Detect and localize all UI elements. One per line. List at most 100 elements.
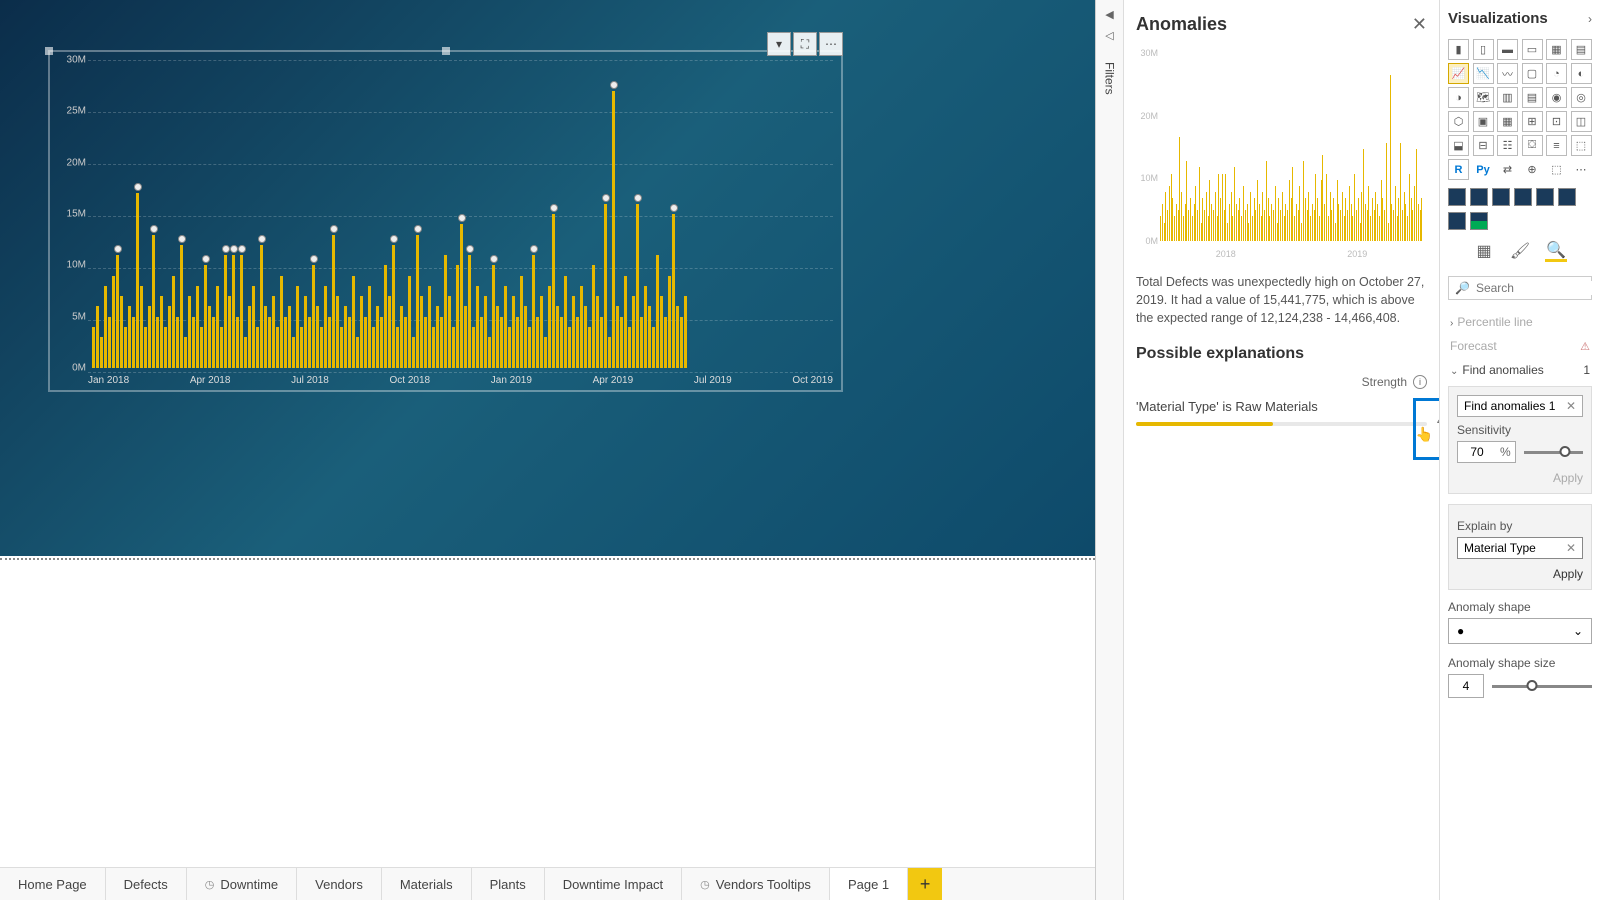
viz-type-icon[interactable]: ≡ <box>1546 135 1567 156</box>
anomaly-instance-chip[interactable]: Find anomalies 1 ✕ <box>1457 395 1583 417</box>
viz-type-icon[interactable]: 📈 <box>1448 63 1469 84</box>
tab-home-page[interactable]: Home Page <box>0 868 106 900</box>
anomaly-shape-select[interactable]: ● ⌄ <box>1448 618 1592 644</box>
search-box[interactable]: 🔎 <box>1448 276 1592 300</box>
focus-mode-icon[interactable]: ⛶ <box>793 32 817 56</box>
anomaly-description: Total Defects was unexpectedly high on O… <box>1136 273 1427 327</box>
viz-type-icon[interactable]: ⛋ <box>1522 135 1543 156</box>
viz-type-icon[interactable]: ▥ <box>1497 87 1518 108</box>
theme-swatch[interactable] <box>1558 188 1576 206</box>
explanation-text[interactable]: 'Material Type' is Raw Materials <box>1136 399 1427 414</box>
x-axis: Jan 2018Apr 2018Jul 2018Oct 2018Jan 2019… <box>88 375 833 386</box>
viz-type-icon[interactable]: ▮ <box>1448 39 1469 60</box>
viz-type-icon[interactable]: ⊕ <box>1522 159 1543 180</box>
add-page-button[interactable]: + <box>908 868 942 900</box>
filters-label: Filters <box>1103 62 1117 95</box>
viz-type-icon[interactable]: ⬚ <box>1546 159 1567 180</box>
tab-vendors-tooltips[interactable]: ◷Vendors Tooltips <box>682 868 830 900</box>
viz-type-icon[interactable]: ▣ <box>1473 111 1494 132</box>
forecast-row[interactable]: Forecast ⚠ <box>1448 334 1592 358</box>
sensitivity-slider[interactable] <box>1524 451 1583 454</box>
tab-plants[interactable]: Plants <box>472 868 545 900</box>
viz-type-icon[interactable]: ⊞ <box>1522 111 1543 132</box>
viz-type-icon[interactable]: ⬓ <box>1448 135 1469 156</box>
sensitivity-label: Sensitivity <box>1457 423 1583 437</box>
tab-downtime[interactable]: ◷Downtime <box>187 868 297 900</box>
tab-materials[interactable]: Materials <box>382 868 472 900</box>
shape-size-input[interactable] <box>1448 674 1484 698</box>
theme-swatch[interactable] <box>1448 212 1466 230</box>
sensitivity-input[interactable] <box>1458 442 1496 462</box>
strength-label: Strength <box>1362 375 1407 389</box>
tab-downtime-impact[interactable]: Downtime Impact <box>545 868 682 900</box>
tab-page-1[interactable]: Page 1 <box>830 868 908 900</box>
find-anomalies-row[interactable]: ⌄Find anomalies 1 <box>1448 358 1592 382</box>
viz-type-icon[interactable]: ◔ <box>1546 63 1567 84</box>
viz-type-icon[interactable]: ⇄ <box>1497 159 1518 180</box>
explain-by-field[interactable]: Material Type ✕ <box>1457 537 1583 559</box>
viz-type-icon[interactable]: ⬚ <box>1571 135 1592 156</box>
viz-type-icon[interactable]: ▬ <box>1497 39 1518 60</box>
viz-python-icon[interactable]: Py <box>1473 159 1494 180</box>
theme-swatch[interactable] <box>1470 188 1488 206</box>
viz-type-icon[interactable]: ▭ <box>1522 39 1543 60</box>
report-background[interactable]: ▾ ⛶ ⋯ 0M5M10M15M20M25M30M Jan 2018Apr 20… <box>0 0 1095 556</box>
tab-defects[interactable]: Defects <box>106 868 187 900</box>
viz-type-icon[interactable]: ▦ <box>1546 39 1567 60</box>
visualizations-title: Visualizations <box>1448 10 1548 27</box>
viz-type-icon[interactable]: R <box>1448 159 1469 180</box>
expand-icon[interactable]: › <box>1588 12 1592 26</box>
theme-swatch[interactable] <box>1448 188 1466 206</box>
theme-swatch[interactable] <box>1536 188 1554 206</box>
more-options-icon[interactable]: ⋯ <box>819 32 843 56</box>
apply-button[interactable]: Apply <box>1457 471 1583 485</box>
possible-explanations-title: Possible explanations <box>1136 345 1427 363</box>
search-input[interactable] <box>1476 281 1600 295</box>
explain-by-label: Explain by <box>1457 519 1583 533</box>
theme-swatch[interactable] <box>1514 188 1532 206</box>
filters-pane-collapsed[interactable]: ◀ ◁ Filters <box>1096 0 1124 900</box>
percentile-line-row[interactable]: ›Percentile line <box>1448 310 1592 334</box>
viz-type-icon[interactable]: ◉ <box>1546 87 1567 108</box>
analytics-tab-icon[interactable]: 🔍 <box>1545 240 1567 262</box>
viz-type-icon[interactable]: ⋯ <box>1571 159 1592 180</box>
viz-type-icon[interactable]: ▯ <box>1473 39 1494 60</box>
viz-type-icon[interactable]: ⊟ <box>1473 135 1494 156</box>
tab-vendors[interactable]: Vendors <box>297 868 382 900</box>
bookmark-icon[interactable]: ◁ <box>1105 29 1113 42</box>
fields-tab-icon[interactable]: ▦ <box>1473 240 1495 262</box>
viz-type-icon[interactable]: ▦ <box>1497 111 1518 132</box>
info-icon[interactable]: i <box>1413 375 1427 389</box>
chart-bars <box>92 60 833 368</box>
viz-type-icon[interactable]: ◫ <box>1571 111 1592 132</box>
apply-button[interactable]: Apply <box>1457 567 1583 581</box>
viz-type-icon[interactable]: ▤ <box>1522 87 1543 108</box>
viz-type-icon[interactable]: ⬡ <box>1448 111 1469 132</box>
viz-type-icon[interactable]: 🗺 <box>1473 87 1494 108</box>
strength-percent: 47% <box>1437 414 1440 428</box>
theme-swatch[interactable] <box>1470 212 1488 230</box>
viz-type-icon[interactable]: 〰 <box>1497 63 1518 84</box>
collapse-icon[interactable]: ◀ <box>1105 8 1113 21</box>
viz-type-icon[interactable]: ◐ <box>1571 63 1592 84</box>
filter-icon[interactable]: ▾ <box>767 32 791 56</box>
canvas-divider <box>0 558 1095 562</box>
format-tab-icon[interactable]: 🖌 <box>1509 240 1531 262</box>
viz-type-icon[interactable]: ◑ <box>1448 87 1469 108</box>
viz-type-icon[interactable]: 📉 <box>1473 63 1494 84</box>
anomalies-mini-chart[interactable]: 0M10M20M30M 20182019 <box>1136 49 1427 259</box>
close-icon[interactable]: ✕ <box>1412 14 1427 35</box>
viz-type-icon[interactable]: ☷ <box>1497 135 1518 156</box>
remove-icon[interactable]: ✕ <box>1566 399 1576 413</box>
viz-type-icon[interactable]: ⊡ <box>1546 111 1567 132</box>
strength-bar: 47% <box>1136 422 1427 426</box>
theme-swatch[interactable] <box>1492 188 1510 206</box>
canvas-main: ▾ ⛶ ⋯ 0M5M10M15M20M25M30M Jan 2018Apr 20… <box>0 0 1095 867</box>
chart-visual[interactable]: ▾ ⛶ ⋯ 0M5M10M15M20M25M30M Jan 2018Apr 20… <box>48 50 843 392</box>
anomaly-shape-label: Anomaly shape <box>1448 600 1592 614</box>
shape-size-slider[interactable] <box>1492 685 1592 688</box>
viz-type-icon[interactable]: ▢ <box>1522 63 1543 84</box>
viz-type-icon[interactable]: ▤ <box>1571 39 1592 60</box>
viz-type-icon[interactable]: ◎ <box>1571 87 1592 108</box>
remove-icon[interactable]: ✕ <box>1566 541 1576 555</box>
